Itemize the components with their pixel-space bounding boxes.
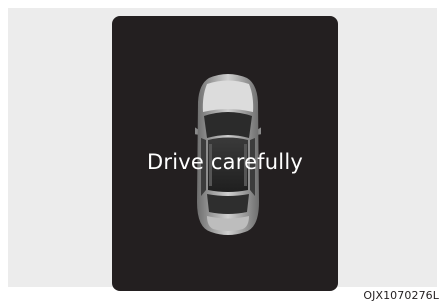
figure-code: OJX1070276L — [363, 289, 439, 302]
figure-frame: Drive carefully — [8, 8, 437, 291]
cluster-display: Drive carefully — [112, 16, 338, 291]
drive-carefully-message: Drive carefully — [147, 150, 303, 174]
